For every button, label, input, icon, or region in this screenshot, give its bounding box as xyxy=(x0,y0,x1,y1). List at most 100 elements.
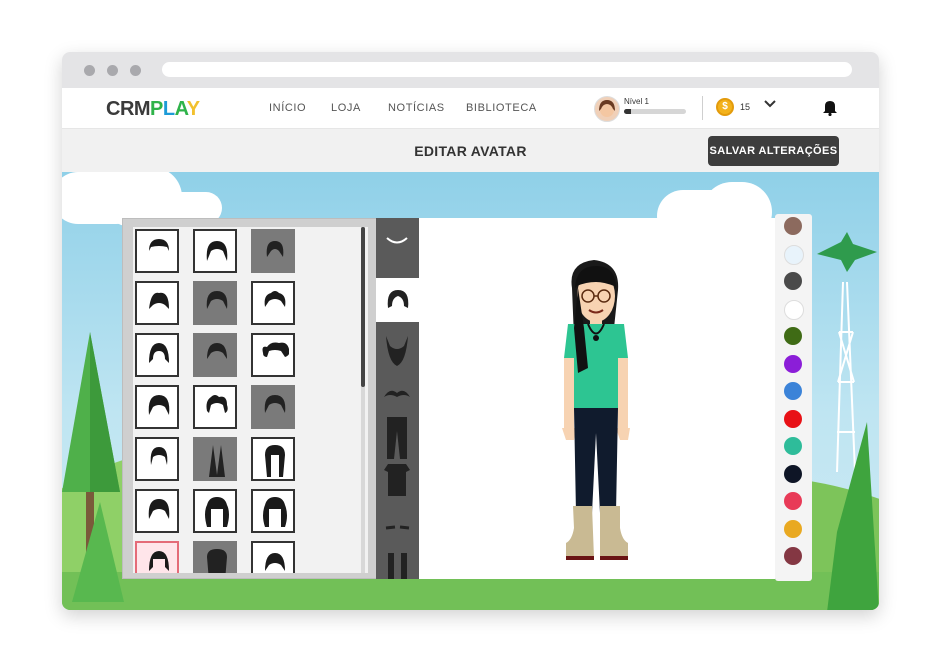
divider xyxy=(702,96,703,120)
hair-option-curly[interactable] xyxy=(193,385,237,429)
hair-style-icon xyxy=(262,342,289,357)
coin-count: 15 xyxy=(740,102,751,112)
hair-option-long-curly[interactable] xyxy=(193,489,237,533)
avatar-editor-scene xyxy=(62,172,879,610)
level-progress-fill xyxy=(624,109,632,114)
category-sidebar xyxy=(376,218,419,579)
hair-style-icon xyxy=(149,292,169,309)
hair-option-long-wavy[interactable] xyxy=(251,489,295,533)
nav-noticias[interactable]: NOTÍCIAS xyxy=(388,102,445,114)
color-swatch[interactable] xyxy=(784,464,802,483)
hair-style-icon xyxy=(263,497,287,527)
hair-style-icon xyxy=(264,291,286,307)
hair-option-short-flat[interactable] xyxy=(135,229,179,273)
hair-style-icon xyxy=(148,395,170,415)
hair-option-bowl[interactable] xyxy=(135,333,179,377)
window-dot xyxy=(84,65,95,76)
hair-style-icon xyxy=(149,343,169,363)
hair-option-layered[interactable] xyxy=(135,489,179,533)
hair-option-messy[interactable] xyxy=(251,281,295,325)
color-swatch[interactable] xyxy=(784,519,802,538)
hair-option-long-bob[interactable] xyxy=(193,229,237,273)
hair-style-icon xyxy=(206,241,228,261)
hair-option-pixie[interactable] xyxy=(135,437,179,481)
level-progress-bar xyxy=(624,109,686,114)
hair-option-long-straight[interactable] xyxy=(251,437,295,481)
hair-style-icon xyxy=(207,549,227,573)
color-swatch[interactable] xyxy=(784,327,802,345)
window-dot xyxy=(107,65,118,76)
browser-chrome xyxy=(62,52,879,88)
logo-crm-text: CRM xyxy=(106,98,151,120)
color-swatch[interactable] xyxy=(784,547,802,565)
hair-style-icon xyxy=(264,395,286,413)
hair-style-icon xyxy=(207,343,227,359)
hair-option-long-straight-dark[interactable] xyxy=(193,437,237,481)
color-swatch[interactable] xyxy=(784,354,802,373)
avatar-stage xyxy=(419,218,775,579)
hair-style-icon xyxy=(209,445,225,477)
hair-options-panel xyxy=(122,218,380,579)
scrollbar-thumb[interactable] xyxy=(361,227,365,387)
mustache-icon xyxy=(384,390,410,397)
color-swatch[interactable] xyxy=(784,409,802,428)
pants-icon xyxy=(387,417,407,459)
logo-play-text: PLAY xyxy=(150,98,200,120)
url-bar[interactable] xyxy=(162,62,852,77)
color-swatch[interactable] xyxy=(784,382,802,400)
browser-window: CRMPLAY INÍCIO LOJA NOTÍCIAS BIBLIOTECA … xyxy=(62,52,879,610)
hair-option-dark-short[interactable] xyxy=(193,333,237,377)
color-swatch[interactable] xyxy=(784,299,804,320)
user-avatar[interactable] xyxy=(594,96,620,122)
hair-style-icon xyxy=(205,497,229,527)
category-shoes[interactable] xyxy=(376,543,419,587)
hair-options-grid xyxy=(133,227,368,573)
scrollbar[interactable] xyxy=(361,227,365,573)
hair-option-dark-long[interactable] xyxy=(193,541,237,573)
hair-option-round[interactable] xyxy=(251,541,295,573)
hair-style-icon xyxy=(265,445,285,477)
beard-icon xyxy=(386,336,408,366)
hair-style-icon xyxy=(149,239,169,251)
hair-style-icon xyxy=(266,241,284,257)
category-pants[interactable] xyxy=(376,413,419,459)
hair-option-pigtails[interactable] xyxy=(251,333,295,377)
hair-option-spiky[interactable] xyxy=(135,281,179,325)
category-mouth[interactable] xyxy=(376,218,419,262)
color-swatch[interactable] xyxy=(784,492,802,510)
nav-biblioteca[interactable]: BIBLIOTECA xyxy=(466,102,537,114)
crmplay-logo[interactable]: CRMPLAY xyxy=(106,98,200,121)
user-face-icon xyxy=(599,100,615,117)
color-swatch[interactable] xyxy=(784,217,802,235)
bell-icon[interactable] xyxy=(822,99,838,121)
nav-inicio[interactable]: INÍCIO xyxy=(269,102,306,114)
hair-option-selected-pink[interactable] xyxy=(135,541,179,573)
color-swatch[interactable] xyxy=(784,244,804,265)
nav-loja[interactable]: LOJA xyxy=(331,102,361,114)
level-label: Nível 1 xyxy=(624,97,649,106)
color-swatch[interactable] xyxy=(784,272,802,290)
hair-option-dark-wavy[interactable] xyxy=(193,281,237,325)
category-hair[interactable] xyxy=(376,278,419,322)
hair-style-icon xyxy=(150,447,168,465)
windmill xyxy=(817,232,879,610)
hair-style-icon xyxy=(148,499,170,519)
category-mustache[interactable] xyxy=(376,373,419,417)
hair-option-dark-round[interactable] xyxy=(251,385,295,429)
avatar-character xyxy=(562,260,630,560)
chevron-down-icon[interactable] xyxy=(763,97,777,114)
tree-left xyxy=(62,332,124,602)
top-navigation: CRMPLAY INÍCIO LOJA NOTÍCIAS BIBLIOTECA … xyxy=(62,88,879,129)
color-palette xyxy=(775,214,812,581)
color-swatch[interactable] xyxy=(784,437,802,455)
category-shirt[interactable] xyxy=(376,458,419,502)
category-beard[interactable] xyxy=(376,328,419,372)
save-changes-button[interactable]: SALVAR ALTERAÇÕES xyxy=(708,136,839,166)
hair-option-bob[interactable] xyxy=(135,385,179,429)
hair-icon xyxy=(387,290,409,308)
hair-style-icon xyxy=(265,553,285,571)
editor-header: EDITAR AVATAR SALVAR ALTERAÇÕES xyxy=(62,129,879,172)
coin-icon: $ xyxy=(716,98,734,116)
hair-style-icon xyxy=(206,395,228,413)
hair-option-dark-bun[interactable] xyxy=(251,229,295,273)
